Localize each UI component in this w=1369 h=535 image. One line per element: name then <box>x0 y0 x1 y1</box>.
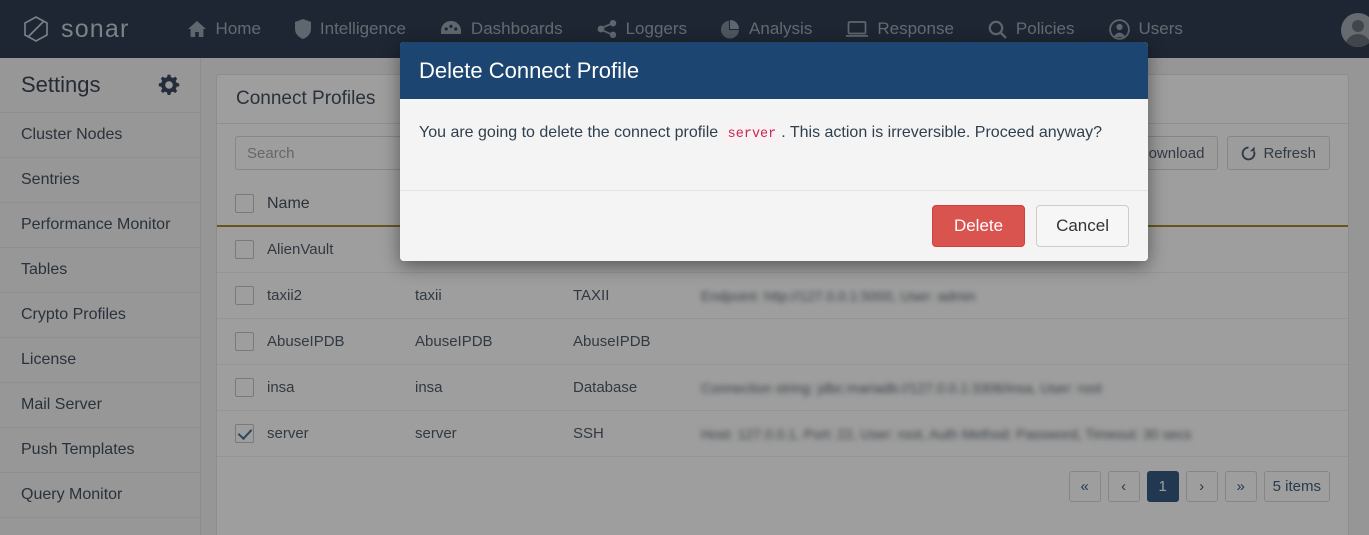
dialog-message-before: You are going to delete the connect prof… <box>419 124 719 141</box>
dialog-body: You are going to delete the connect prof… <box>400 99 1148 191</box>
dialog-message-after: . This action is irreversible. Proceed a… <box>781 124 1102 141</box>
cancel-button[interactable]: Cancel <box>1036 205 1129 247</box>
dialog-message: You are going to delete the connect prof… <box>419 120 1129 148</box>
delete-connect-profile-dialog: Delete Connect Profile You are going to … <box>400 42 1148 261</box>
dialog-footer: Delete Cancel <box>400 191 1148 261</box>
confirm-delete-button[interactable]: Delete <box>931 205 1026 247</box>
dialog-title: Delete Connect Profile <box>419 57 640 83</box>
dialog-header: Delete Connect Profile <box>400 42 1148 99</box>
application-window: sonar Home Intelligence Dashboards Logge… <box>0 0 1369 535</box>
dialog-profile-name: server <box>722 125 782 144</box>
